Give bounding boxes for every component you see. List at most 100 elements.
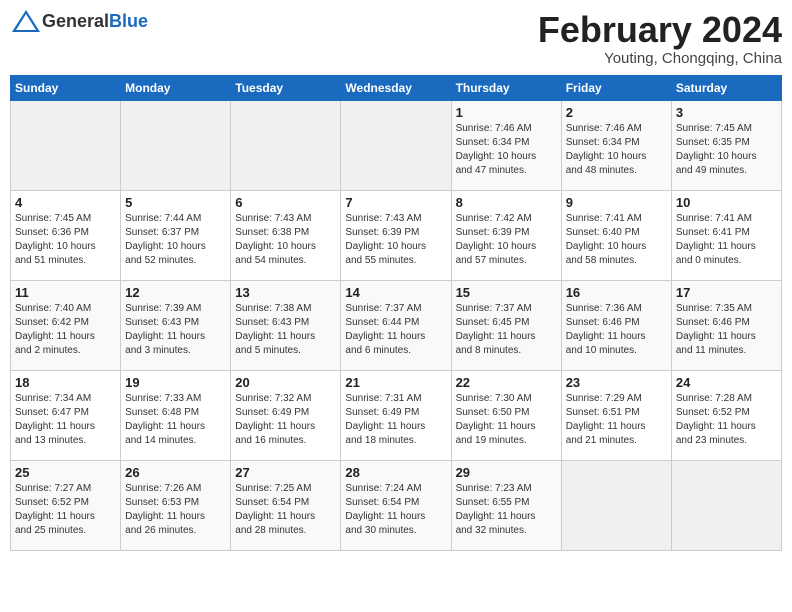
day-number: 24 (676, 375, 777, 390)
day-info: Sunrise: 7:37 AM Sunset: 6:44 PM Dayligh… (345, 302, 446, 358)
day-number: 16 (566, 285, 667, 300)
day-number: 29 (456, 465, 557, 480)
calendar-day-cell: 26Sunrise: 7:26 AM Sunset: 6:53 PM Dayli… (121, 460, 231, 550)
calendar-table: SundayMondayTuesdayWednesdayThursdayFrid… (10, 75, 782, 551)
weekday-header-cell: Monday (121, 75, 231, 100)
calendar-day-cell: 14 Sunrise: 7:37 AM Sunset: 6:44 PM Dayli… (341, 280, 451, 370)
day-info: Sunrise: 7:38 AM Sunset: 6:43 PM Dayligh… (235, 302, 336, 358)
day-number: 9 (566, 195, 667, 210)
day-info: Sunrise: 7:25 AM Sunset: 6:54 PM Dayligh… (235, 482, 336, 538)
day-number: 15 (456, 285, 557, 300)
day-info: Sunrise: 7:41 AM Sunset: 6:41 PM Dayligh… (676, 212, 777, 268)
day-number: 23 (566, 375, 667, 390)
day-info: Sunrise: 7:26 AM Sunset: 6:53 PM Dayligh… (125, 482, 226, 538)
day-number: 11 (15, 285, 116, 300)
calendar-week-row: 25 Sunrise: 7:27 AM Sunset: 6:52 PM Dayli… (11, 460, 782, 550)
calendar-day-cell (561, 460, 671, 550)
calendar-day-cell: 20 Sunrise: 7:32 AM Sunset: 6:49 PM Dayli… (231, 370, 341, 460)
day-number: 20 (235, 375, 336, 390)
calendar-day-cell: 16 Sunrise: 7:36 AM Sunset: 6:46 PM Dayli… (561, 280, 671, 370)
day-number: 22 (456, 375, 557, 390)
day-number: 6 (235, 195, 336, 210)
day-number: 1 (456, 105, 557, 120)
day-info: Sunrise: 7:23 AM Sunset: 6:55 PM Dayligh… (456, 482, 557, 538)
day-info: Sunrise: 7:41 AM Sunset: 6:40 PM Dayligh… (566, 212, 667, 268)
calendar-day-cell: 2 Sunrise: 7:46 AM Sunset: 6:34 PM Daylig… (561, 100, 671, 190)
day-number: 19 (125, 375, 226, 390)
title-area: February 2024 Youting, Chongqing, China (538, 10, 782, 67)
calendar-week-row: 4 Sunrise: 7:45 AM Sunset: 6:36 PM Daylig… (11, 190, 782, 280)
calendar-week-row: 1 Sunrise: 7:46 AM Sunset: 6:34 PM Daylig… (11, 100, 782, 190)
calendar-day-cell (231, 100, 341, 190)
day-info: Sunrise: 7:32 AM Sunset: 6:49 PM Dayligh… (235, 392, 336, 448)
day-number: 25 (15, 465, 116, 480)
day-info: Sunrise: 7:45 AM Sunset: 6:35 PM Dayligh… (676, 122, 777, 178)
day-number: 12 (125, 285, 226, 300)
day-info: Sunrise: 7:30 AM Sunset: 6:50 PM Dayligh… (456, 392, 557, 448)
weekday-header-cell: Wednesday (341, 75, 451, 100)
calendar-day-cell: 22 Sunrise: 7:30 AM Sunset: 6:50 PM Dayli… (451, 370, 561, 460)
weekday-header-cell: Thursday (451, 75, 561, 100)
calendar-day-cell: 17Sunrise: 7:35 AM Sunset: 6:46 PM Dayli… (671, 280, 781, 370)
day-info: Sunrise: 7:36 AM Sunset: 6:46 PM Dayligh… (566, 302, 667, 358)
day-number: 2 (566, 105, 667, 120)
day-info: Sunrise: 7:28 AM Sunset: 6:52 PM Dayligh… (676, 392, 777, 448)
calendar-day-cell: 10 Sunrise: 7:41 AM Sunset: 6:41 PM Dayli… (671, 190, 781, 280)
calendar-day-cell: 25 Sunrise: 7:27 AM Sunset: 6:52 PM Dayli… (11, 460, 121, 550)
logo-text-blue: Blue (109, 11, 148, 31)
day-info: Sunrise: 7:46 AM Sunset: 6:34 PM Dayligh… (456, 122, 557, 178)
calendar-day-cell: 27 Sunrise: 7:25 AM Sunset: 6:54 PM Dayli… (231, 460, 341, 550)
calendar-day-cell (121, 100, 231, 190)
calendar-day-cell: 12 Sunrise: 7:39 AM Sunset: 6:43 PM Dayli… (121, 280, 231, 370)
day-info: Sunrise: 7:24 AM Sunset: 6:54 PM Dayligh… (345, 482, 446, 538)
day-number: 4 (15, 195, 116, 210)
day-number: 21 (345, 375, 446, 390)
day-number: 5 (125, 195, 226, 210)
day-number: 27 (235, 465, 336, 480)
calendar-day-cell: 13 Sunrise: 7:38 AM Sunset: 6:43 PM Dayli… (231, 280, 341, 370)
location-subtitle: Youting, Chongqing, China (538, 50, 782, 67)
day-info: Sunrise: 7:45 AM Sunset: 6:36 PM Dayligh… (15, 212, 116, 268)
day-info: Sunrise: 7:44 AM Sunset: 6:37 PM Dayligh… (125, 212, 226, 268)
day-info: Sunrise: 7:43 AM Sunset: 6:39 PM Dayligh… (345, 212, 446, 268)
calendar-week-row: 11Sunrise: 7:40 AM Sunset: 6:42 PM Dayli… (11, 280, 782, 370)
day-info: Sunrise: 7:46 AM Sunset: 6:34 PM Dayligh… (566, 122, 667, 178)
calendar-day-cell (341, 100, 451, 190)
month-title: February 2024 (538, 10, 782, 50)
header: GeneralBlue February 2024 Youting, Chong… (10, 10, 782, 67)
calendar-day-cell: 29 Sunrise: 7:23 AM Sunset: 6:55 PM Dayli… (451, 460, 561, 550)
calendar-day-cell: 4 Sunrise: 7:45 AM Sunset: 6:36 PM Daylig… (11, 190, 121, 280)
calendar-day-cell (11, 100, 121, 190)
calendar-day-cell: 18 Sunrise: 7:34 AM Sunset: 6:47 PM Dayli… (11, 370, 121, 460)
day-number: 28 (345, 465, 446, 480)
calendar-day-cell: 1 Sunrise: 7:46 AM Sunset: 6:34 PM Daylig… (451, 100, 561, 190)
day-info: Sunrise: 7:34 AM Sunset: 6:47 PM Dayligh… (15, 392, 116, 448)
calendar-week-row: 18 Sunrise: 7:34 AM Sunset: 6:47 PM Dayli… (11, 370, 782, 460)
day-number: 8 (456, 195, 557, 210)
day-info: Sunrise: 7:43 AM Sunset: 6:38 PM Dayligh… (235, 212, 336, 268)
calendar-day-cell: 11Sunrise: 7:40 AM Sunset: 6:42 PM Dayli… (11, 280, 121, 370)
day-number: 10 (676, 195, 777, 210)
calendar-day-cell: 9 Sunrise: 7:41 AM Sunset: 6:40 PM Daylig… (561, 190, 671, 280)
day-number: 3 (676, 105, 777, 120)
calendar-day-cell: 15 Sunrise: 7:37 AM Sunset: 6:45 PM Dayli… (451, 280, 561, 370)
calendar-day-cell: 28 Sunrise: 7:24 AM Sunset: 6:54 PM Dayli… (341, 460, 451, 550)
weekday-header-cell: Saturday (671, 75, 781, 100)
calendar-day-cell (671, 460, 781, 550)
day-number: 14 (345, 285, 446, 300)
day-info: Sunrise: 7:39 AM Sunset: 6:43 PM Dayligh… (125, 302, 226, 358)
calendar-day-cell: 5 Sunrise: 7:44 AM Sunset: 6:37 PM Daylig… (121, 190, 231, 280)
day-info: Sunrise: 7:29 AM Sunset: 6:51 PM Dayligh… (566, 392, 667, 448)
calendar-day-cell: 23 Sunrise: 7:29 AM Sunset: 6:51 PM Dayli… (561, 370, 671, 460)
day-info: Sunrise: 7:37 AM Sunset: 6:45 PM Dayligh… (456, 302, 557, 358)
weekday-header-row: SundayMondayTuesdayWednesdayThursdayFrid… (11, 75, 782, 100)
day-number: 13 (235, 285, 336, 300)
weekday-header-cell: Sunday (11, 75, 121, 100)
calendar-day-cell: 19 Sunrise: 7:33 AM Sunset: 6:48 PM Dayli… (121, 370, 231, 460)
day-number: 18 (15, 375, 116, 390)
day-info: Sunrise: 7:33 AM Sunset: 6:48 PM Dayligh… (125, 392, 226, 448)
day-info: Sunrise: 7:27 AM Sunset: 6:52 PM Dayligh… (15, 482, 116, 538)
weekday-header-cell: Tuesday (231, 75, 341, 100)
calendar-day-cell: 24 Sunrise: 7:28 AM Sunset: 6:52 PM Dayli… (671, 370, 781, 460)
logo-text-general: General (42, 11, 109, 31)
